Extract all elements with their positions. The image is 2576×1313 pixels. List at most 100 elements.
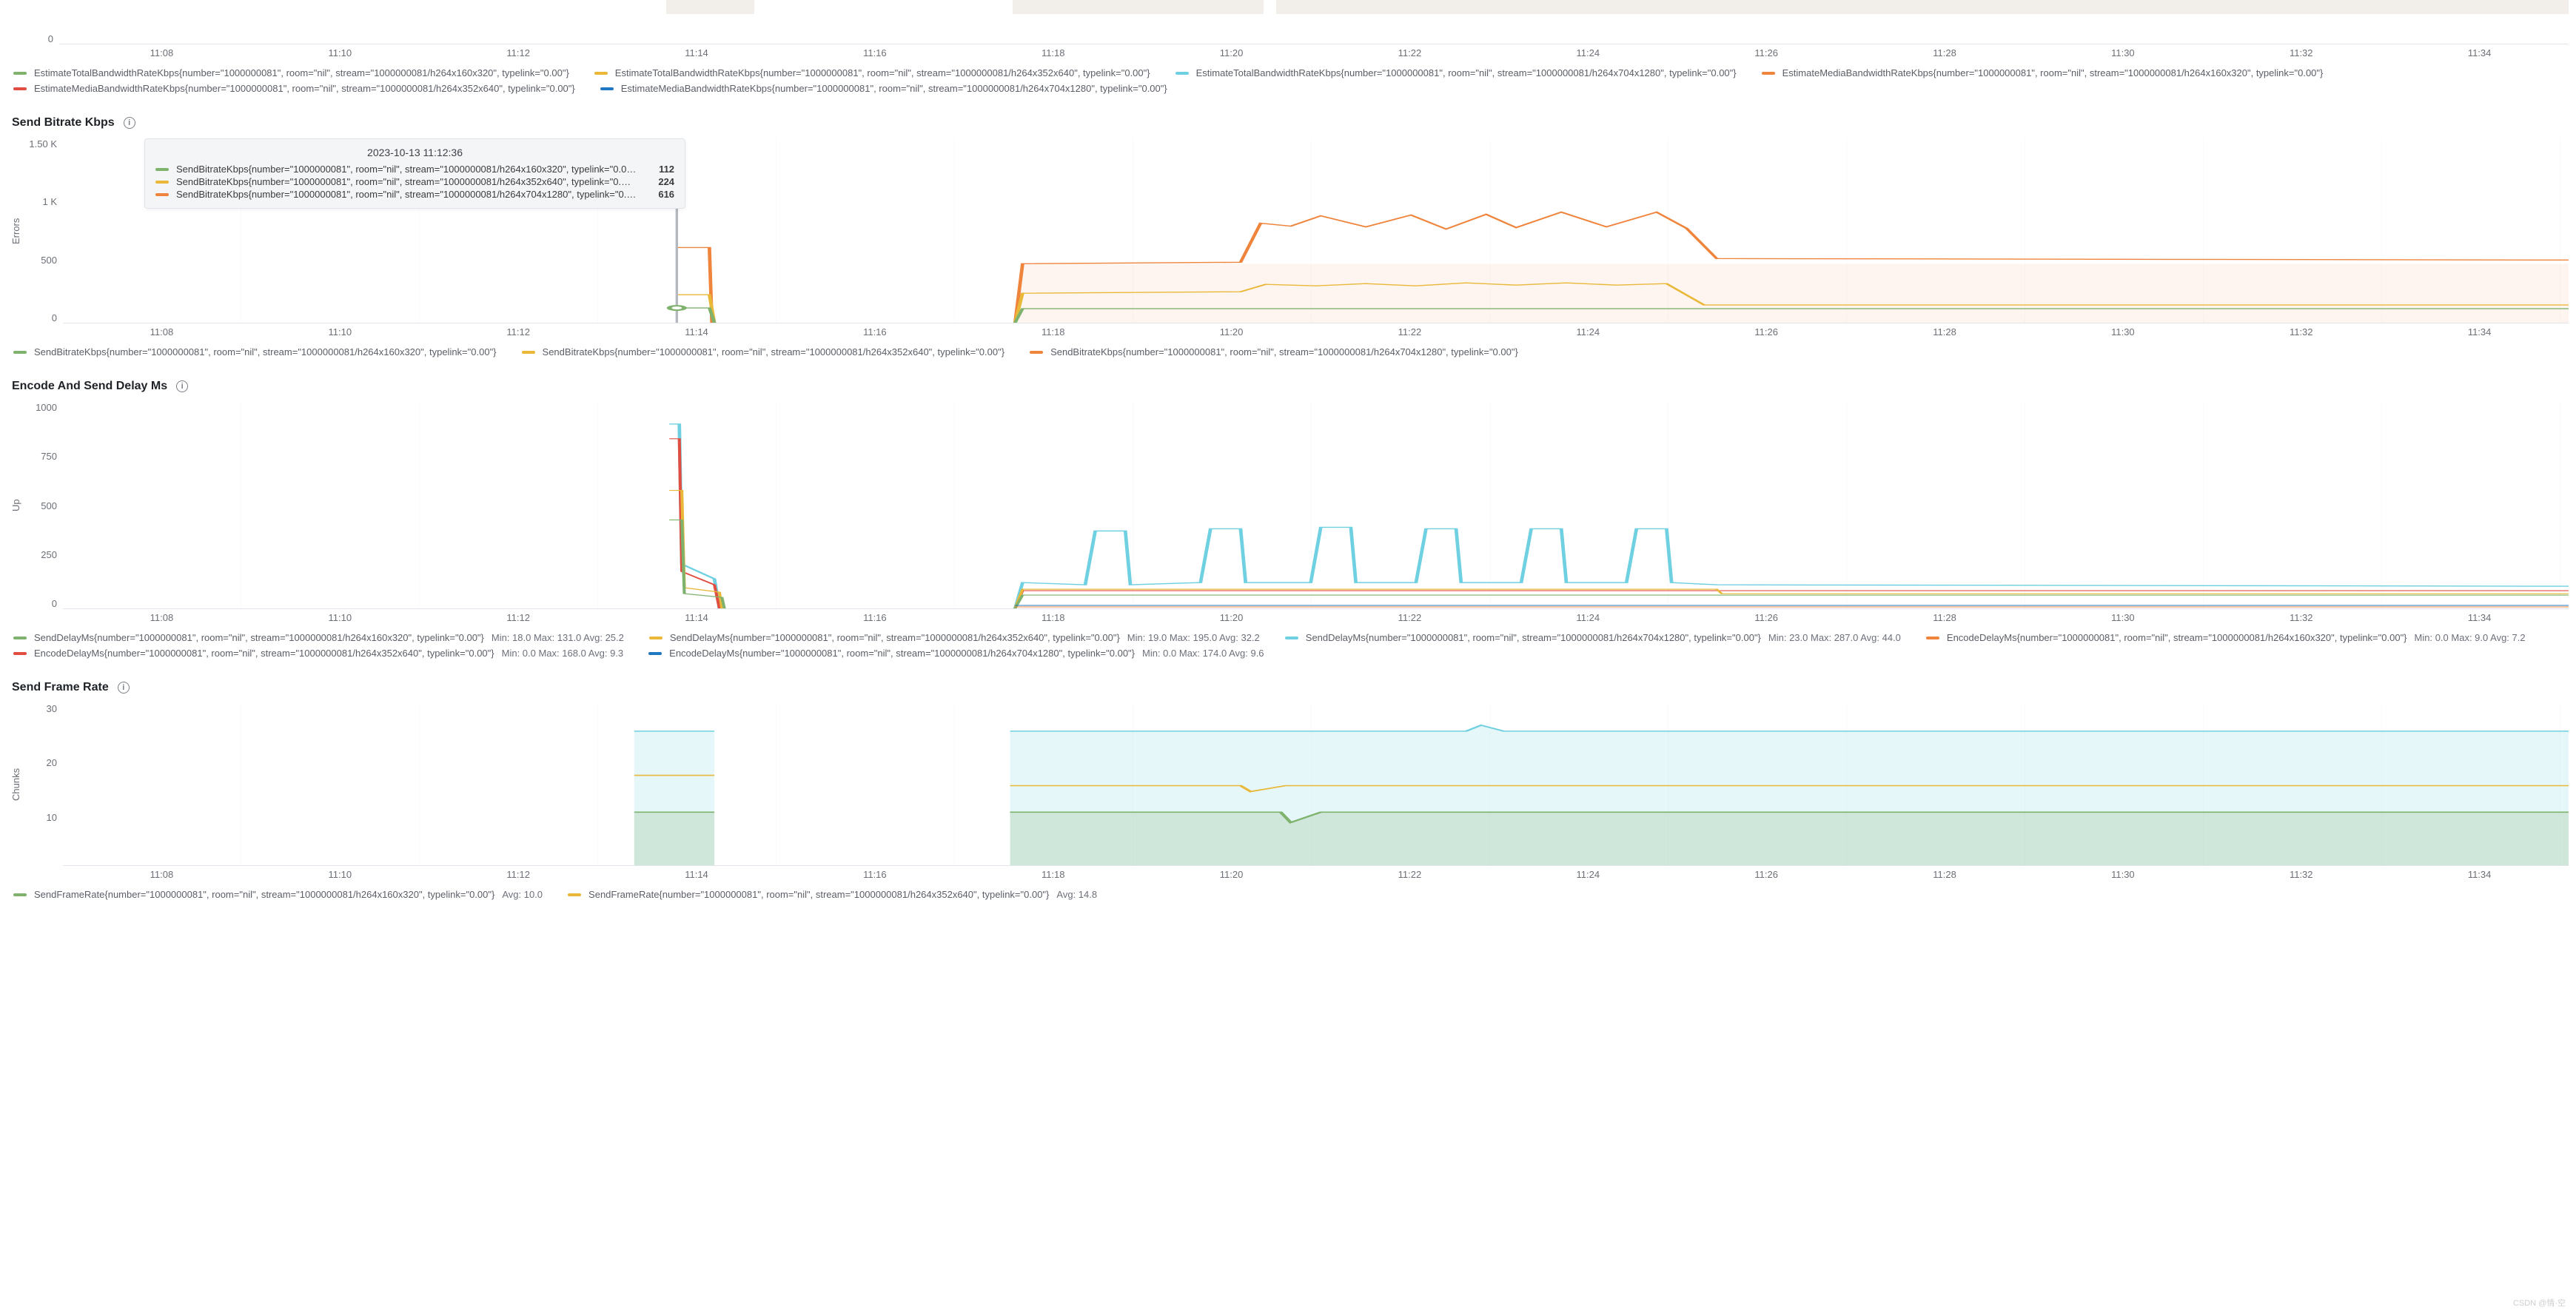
legend-label: EncodeDelayMs{number="1000000081", room=… [1947, 632, 2407, 643]
legend-swatch [1030, 351, 1043, 354]
panel-estimate-bandwidth: 0 11:0811:1011:1211:1411:1611:1811:2011:… [0, 0, 2576, 97]
legend-item[interactable]: EstimateTotalBandwidthRateKbps{number="1… [594, 67, 1150, 78]
legend-swatch [13, 72, 27, 75]
xtick-label: 11:28 [1856, 869, 2034, 880]
xtick-label: 11:20 [1142, 869, 1321, 880]
xticks: 11:0811:1011:1211:1411:1611:1811:2011:22… [7, 609, 2569, 623]
legend-label: SendBitrateKbps{number="1000000081", roo… [34, 346, 497, 357]
legend-item[interactable]: SendDelayMs{number="1000000081", room="n… [1285, 632, 1901, 643]
xtick-label: 11:08 [73, 47, 251, 58]
legend-item[interactable]: SendBitrateKbps{number="1000000081", roo… [1030, 346, 1518, 357]
xtick-label: 11:22 [1321, 869, 1499, 880]
xtick-label: 11:16 [785, 326, 964, 338]
xtick-label: 11:10 [251, 869, 429, 880]
ylabel: Up [7, 402, 24, 609]
legend-swatch [1926, 637, 1939, 639]
legend-stats: Min: 0.0 Max: 168.0 Avg: 9.3 [502, 648, 624, 659]
legend-swatch [1175, 72, 1189, 75]
legend-item[interactable]: EncodeDelayMs{number="1000000081", room=… [13, 648, 623, 659]
yticks: 0250 500750 1000 [24, 402, 63, 609]
legend-item[interactable]: SendDelayMs{number="1000000081", room="n… [649, 632, 1260, 643]
xticks: 11:0811:1011:1211:1411:1611:1811:2011:22… [7, 323, 2569, 338]
legend-item[interactable]: EstimateMediaBandwidthRateKbps{number="1… [13, 83, 575, 94]
xtick-label: 11:22 [1321, 612, 1499, 623]
legend-label: EstimateMediaBandwidthRateKbps{number="1… [1782, 67, 2324, 78]
legend-swatch [594, 72, 608, 75]
xtick-label: 11:18 [964, 326, 1142, 338]
yticks: 0500 1 K1.50 K [24, 138, 63, 323]
yticks: 10 2030 [24, 703, 63, 866]
legend-label: EncodeDelayMs{number="1000000081", room=… [669, 648, 1135, 659]
legend-swatch [13, 637, 27, 639]
legend-label: SendDelayMs{number="1000000081", room="n… [670, 632, 1120, 643]
legend-label: SendFrameRate{number="1000000081", room=… [588, 889, 1049, 900]
xtick-label: 11:14 [608, 326, 786, 338]
panel-title: Send Bitrate Kbps i [7, 110, 2569, 138]
legend-label: SendBitrateKbps{number="1000000081", roo… [543, 346, 1005, 357]
xtick-label: 11:08 [73, 612, 251, 623]
xtick-label: 11:18 [964, 47, 1142, 58]
legend-item[interactable]: EstimateMediaBandwidthRateKbps{number="1… [600, 83, 1167, 94]
legend-item[interactable]: EncodeDelayMs{number="1000000081", room=… [1926, 632, 2526, 643]
hover-tooltip: 2023-10-13 11:12:36 SendBitrateKbps{numb… [144, 138, 685, 209]
xtick-label: 11:26 [1677, 612, 1856, 623]
legend-swatch [649, 637, 663, 639]
xtick-label: 11:22 [1321, 326, 1499, 338]
xtick-label: 11:10 [251, 326, 429, 338]
xtick-label: 11:30 [2033, 869, 2212, 880]
legend-framerate: SendFrameRate{number="1000000081", room=… [7, 880, 2569, 903]
xtick-label: 11:28 [1856, 326, 2034, 338]
tooltip-value: 224 [658, 176, 674, 187]
info-icon[interactable]: i [118, 682, 130, 694]
legend-item[interactable]: EncodeDelayMs{number="1000000081", room=… [648, 648, 1264, 659]
legend-estimate: EstimateTotalBandwidthRateKbps{number="1… [7, 58, 2569, 97]
xtick-label: 11:32 [2212, 869, 2390, 880]
xtick-label: 11:14 [608, 47, 786, 58]
xtick-label: 11:32 [2212, 612, 2390, 623]
legend-stats: Min: 23.0 Max: 287.0 Avg: 44.0 [1768, 632, 1901, 643]
xtick-label: 11:08 [73, 326, 251, 338]
delay-plot[interactable] [63, 402, 2569, 609]
xtick-label: 11:10 [251, 47, 429, 58]
legend-item[interactable]: EstimateMediaBandwidthRateKbps{number="1… [1762, 67, 2324, 78]
xtick-label: 11:34 [2390, 612, 2569, 623]
info-icon[interactable]: i [124, 117, 135, 129]
legend-swatch [13, 652, 27, 655]
ylabel: Chunks [7, 703, 24, 866]
tooltip-swatch [155, 181, 169, 184]
legend-item[interactable]: SendDelayMs{number="1000000081", room="n… [13, 632, 624, 643]
xtick-label: 11:10 [251, 612, 429, 623]
yticks: 0 [21, 0, 59, 44]
legend-item[interactable]: SendBitrateKbps{number="1000000081", roo… [13, 346, 497, 357]
xtick-label: 11:14 [608, 612, 786, 623]
xtick-label: 11:28 [1856, 47, 2034, 58]
tooltip-row: SendBitrateKbps{number="1000000081", roo… [155, 188, 674, 201]
legend-swatch [13, 351, 27, 354]
framerate-plot[interactable] [63, 703, 2569, 866]
legend-item[interactable]: SendFrameRate{number="1000000081", room=… [568, 889, 1097, 900]
legend-label: EstimateTotalBandwidthRateKbps{number="1… [1196, 67, 1737, 78]
legend-swatch [568, 893, 581, 896]
info-icon[interactable]: i [176, 380, 188, 392]
ylabel [7, 0, 21, 44]
xtick-label: 11:12 [429, 612, 608, 623]
panel-title: Encode And Send Delay Ms i [7, 374, 2569, 402]
legend-swatch [13, 87, 27, 90]
xtick-label: 11:34 [2390, 326, 2569, 338]
xtick-label: 11:16 [785, 612, 964, 623]
tooltip-value: 616 [658, 189, 674, 200]
legend-delay: SendDelayMs{number="1000000081", room="n… [7, 623, 2569, 662]
legend-label: SendDelayMs{number="1000000081", room="n… [34, 632, 484, 643]
legend-item[interactable]: SendBitrateKbps{number="1000000081", roo… [522, 346, 1005, 357]
legend-item[interactable]: EstimateTotalBandwidthRateKbps{number="1… [13, 67, 569, 78]
xtick-label: 11:12 [429, 326, 608, 338]
panel-title: Send Frame Rate i [7, 675, 2569, 703]
legend-item[interactable]: EstimateTotalBandwidthRateKbps{number="1… [1175, 67, 1737, 78]
legend-label: SendBitrateKbps{number="1000000081", roo… [1050, 346, 1518, 357]
mini-plot[interactable] [59, 0, 2569, 44]
xtick-label: 11:20 [1142, 612, 1321, 623]
tooltip-value: 112 [659, 164, 674, 175]
xtick-label: 11:24 [1499, 47, 1677, 58]
legend-item[interactable]: SendFrameRate{number="1000000081", room=… [13, 889, 543, 900]
bitrate-plot[interactable]: 2023-10-13 11:12:36 SendBitrateKbps{numb… [63, 138, 2569, 323]
